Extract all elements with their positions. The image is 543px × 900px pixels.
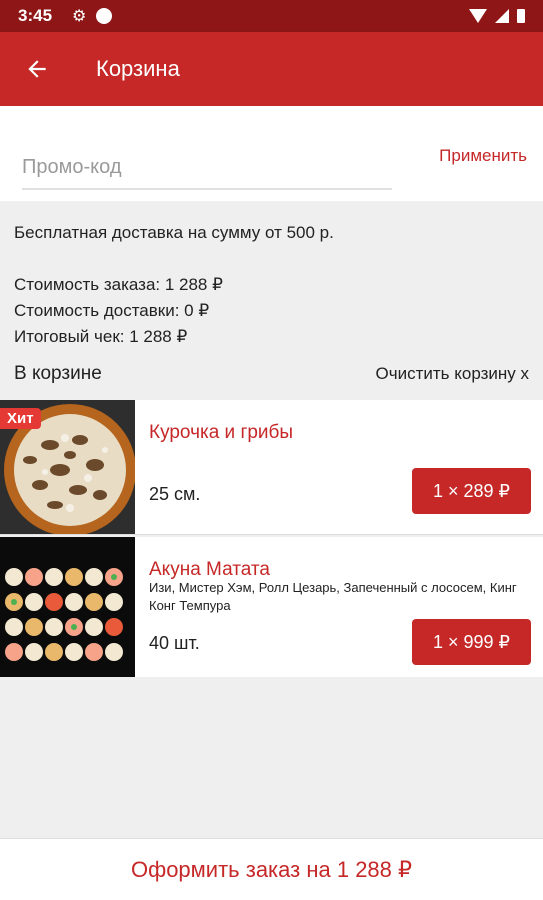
app-bar: Корзина (0, 32, 543, 106)
sushi-illustration (0, 537, 135, 677)
checkout-button[interactable]: Оформить заказ на 1 288 ₽ (0, 838, 543, 900)
order-summary: Бесплатная доставка на сумму от 500 р. С… (14, 220, 334, 350)
quantity-price-button[interactable]: 1 × 289 ₽ (412, 468, 531, 514)
item-description: Изи, Мистер Хэм, Ролл Цезарь, Запеченный… (149, 580, 517, 613)
cart-item: Акуна Матата Изи, Мистер Хэм, Ролл Цезар… (0, 537, 543, 677)
item-name: Акуна Матата (149, 559, 270, 580)
pizza-image: Хит (0, 400, 135, 534)
total-cost: Итоговый чек: 1 288 ₽ (14, 327, 188, 346)
cart-title: В корзине (14, 363, 102, 384)
item-info: Акуна Матата Изи, Мистер Хэм, Ролл Цезар… (135, 537, 543, 677)
hit-badge: Хит (0, 408, 41, 429)
settings-gear-icon: ⚙ (72, 8, 87, 25)
item-size: 40 шт. (149, 633, 200, 653)
cart-header: В корзине Очистить корзину х (14, 363, 529, 385)
item-info: Курочка и грибы 25 см. 1 × 289 ₽ (135, 400, 543, 534)
status-bar: 3:45 ⚙ (0, 0, 543, 32)
sushi-set-image (0, 537, 135, 677)
arrow-back-icon (28, 60, 46, 78)
promo-section: Применить (0, 106, 543, 201)
order-cost: Стоимость заказа: 1 288 ₽ (14, 275, 223, 294)
wifi-icon (469, 9, 487, 23)
status-time: 3:45 (18, 6, 53, 25)
back-button[interactable] (0, 32, 74, 106)
quantity-price-button[interactable]: 1 × 999 ₽ (412, 619, 531, 665)
delivery-cost: Стоимость доставки: 0 ₽ (14, 301, 210, 320)
notification-dot-icon (96, 8, 113, 24)
signal-icon (495, 9, 509, 23)
page-title: Корзина (96, 56, 180, 81)
item-name: Курочка и грибы (149, 422, 294, 443)
battery-icon (517, 9, 525, 23)
cart-item: Хит Курочка и грибы 25 см. 1 × 289 ₽ (0, 400, 543, 535)
free-delivery-note: Бесплатная доставка на сумму от 500 р. (14, 223, 334, 242)
item-size: 25 см. (149, 484, 201, 504)
clear-cart-button[interactable]: Очистить корзину х (376, 364, 529, 384)
apply-promo-button[interactable]: Применить (439, 146, 527, 166)
promo-code-input[interactable] (22, 146, 392, 190)
